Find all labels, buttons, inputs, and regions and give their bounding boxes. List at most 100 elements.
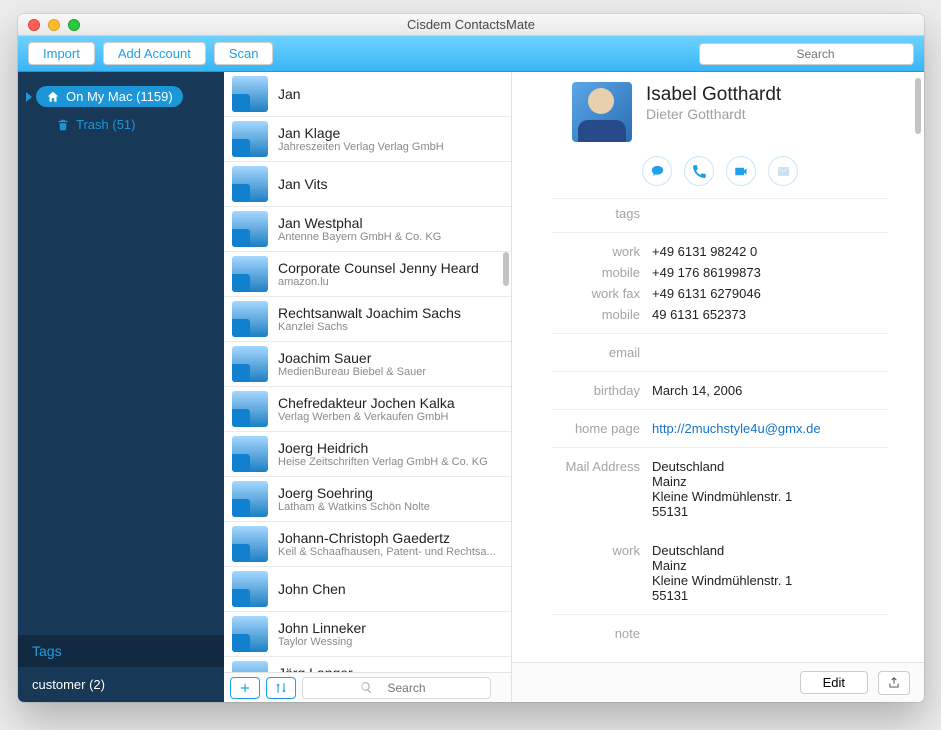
contact-row-sub: Heise Zeitschriften Verlag GmbH & Co. KG (278, 456, 488, 468)
detail-footer: Edit (512, 662, 924, 702)
contact-row-name: Jörg Langer (278, 665, 438, 672)
address-line: Deutschland (652, 543, 792, 558)
avatar (232, 661, 268, 672)
home-icon (234, 457, 248, 471)
contact-row[interactable]: Joerg SoehringLatham & Watkins Schön Nol… (224, 477, 511, 522)
edit-button[interactable]: Edit (800, 671, 868, 694)
contact-row-name: John Chen (278, 581, 346, 597)
contact-row-sub: amazon.lu (278, 276, 479, 288)
scrollbar-thumb[interactable] (503, 252, 509, 286)
phone-label: mobile (512, 307, 640, 322)
field-value-work-address: DeutschlandMainzKleine Windmühlenstr. 15… (652, 543, 792, 603)
add-contact-button[interactable] (230, 677, 260, 699)
avatar (232, 436, 268, 472)
contact-row-sub: Kanzlei Sachs (278, 321, 461, 333)
contact-list[interactable]: Jan Jan KlageJahreszeiten Verlag Verlag G… (224, 72, 511, 672)
detail-scrollbar-thumb[interactable] (915, 78, 921, 134)
sort-button[interactable] (266, 677, 296, 699)
share-button[interactable] (878, 671, 910, 695)
sidebar-label-trash: Trash (51) (76, 117, 135, 132)
contact-row[interactable]: Jan (224, 72, 511, 117)
avatar (232, 76, 268, 112)
contact-row[interactable]: Rechtsanwalt Joachim SachsKanzlei Sachs (224, 297, 511, 342)
field-label-note: note (512, 626, 640, 641)
avatar (232, 256, 268, 292)
contact-row[interactable]: Corporate Counsel Jenny Heardamazon.lu (224, 252, 511, 297)
contact-row[interactable]: Chefredakteur Jochen KalkaVerlag Werben … (224, 387, 511, 432)
contact-row[interactable]: Johann-Christoph GaedertzKeil & Schaafha… (224, 522, 511, 567)
home-icon (234, 592, 248, 606)
field-value-mail-address: DeutschlandMainzKleine Windmühlenstr. 15… (652, 459, 792, 519)
phone-value: 49 6131 652373 (652, 307, 746, 322)
address-line: Kleine Windmühlenstr. 1 (652, 573, 792, 588)
sidebar-tag-customer[interactable]: customer (2) (18, 667, 224, 702)
contact-row-sub: Antenne Bayern GmbH & Co. KG (278, 231, 441, 243)
video-button[interactable] (726, 156, 756, 186)
contact-search-input[interactable] (302, 677, 491, 699)
sidebar-item-trash[interactable]: Trash (51) (18, 117, 224, 132)
contact-row-sub: Verlag Werben & Verkaufen GmbH (278, 411, 455, 423)
avatar (232, 571, 268, 607)
home-icon (234, 187, 248, 201)
contact-row-name: Jan (278, 86, 301, 102)
disclosure-triangle-icon[interactable] (26, 92, 32, 102)
scan-button[interactable]: Scan (214, 42, 274, 65)
contact-row-sub: Taylor Wessing (278, 636, 366, 648)
address-line: 55131 (652, 504, 792, 519)
home-icon (234, 412, 248, 426)
search-input[interactable] (699, 43, 914, 65)
contact-row-name: Joachim Sauer (278, 350, 426, 366)
contact-row[interactable]: John LinnekerTaylor Wessing (224, 612, 511, 657)
field-label-tags: tags (512, 206, 640, 221)
address-line: Mainz (652, 474, 792, 489)
import-button[interactable]: Import (28, 42, 95, 65)
contact-row[interactable]: Joerg HeidrichHeise Zeitschriften Verlag… (224, 432, 511, 477)
contact-row-name: Joerg Soehring (278, 485, 430, 501)
contact-list-footer (224, 672, 511, 702)
avatar (232, 301, 268, 337)
field-value-homepage[interactable]: http://2muchstyle4u@gmx.de (652, 421, 821, 436)
contact-row-name: Rechtsanwalt Joachim Sachs (278, 305, 461, 321)
field-label-work-address: work (512, 543, 640, 558)
address-line: Deutschland (652, 459, 792, 474)
detail-pane: Isabel Gotthardt Dieter Gotthardt tags w… (512, 72, 924, 702)
field-value-birthday: March 14, 2006 (652, 383, 742, 398)
phone-label: work (512, 244, 640, 259)
contact-row[interactable]: Joachim SauerMedienBureau Biebel & Sauer (224, 342, 511, 387)
address-line: Mainz (652, 558, 792, 573)
address-line: 55131 (652, 588, 792, 603)
home-icon (234, 367, 248, 381)
contact-row[interactable]: Jörg LangerIDG Entertainment Verlag GmbH (224, 657, 511, 672)
email-button[interactable] (768, 156, 798, 186)
phone-value: +49 6131 98242 0 (652, 244, 757, 259)
contact-name: Isabel Gotthardt (646, 84, 781, 106)
tags-header: Tags (18, 635, 224, 667)
contact-row-sub: MedienBureau Biebel & Sauer (278, 366, 426, 378)
add-account-button[interactable]: Add Account (103, 42, 206, 65)
contact-row[interactable]: Jan Vits (224, 162, 511, 207)
contact-row-name: Jan Westphal (278, 215, 441, 231)
phone-label: work fax (512, 286, 640, 301)
message-icon (650, 164, 665, 179)
share-icon (887, 676, 901, 690)
toolbar: Import Add Account Scan (18, 36, 924, 72)
avatar[interactable] (572, 82, 632, 142)
avatar (232, 211, 268, 247)
home-icon (234, 322, 248, 336)
plus-icon (238, 681, 252, 695)
phone-value: +49 176 86199873 (652, 265, 761, 280)
contact-row[interactable]: Jan WestphalAntenne Bayern GmbH & Co. KG (224, 207, 511, 252)
sidebar: On My Mac (1159) Trash (51) Tags custome… (18, 72, 224, 702)
sidebar-item-on-my-mac[interactable]: On My Mac (1159) (36, 86, 183, 107)
contact-row-name: Jan Klage (278, 125, 444, 141)
contact-row-sub: Jahreszeiten Verlag Verlag GmbH (278, 141, 444, 153)
video-icon (734, 164, 749, 179)
contact-row-name: Jan Vits (278, 176, 328, 192)
field-label-birthday: birthday (512, 383, 640, 398)
home-icon (234, 637, 248, 651)
contact-row-name: John Linneker (278, 620, 366, 636)
contact-row[interactable]: John Chen (224, 567, 511, 612)
call-button[interactable] (684, 156, 714, 186)
contact-row[interactable]: Jan KlageJahreszeiten Verlag Verlag GmbH (224, 117, 511, 162)
message-button[interactable] (642, 156, 672, 186)
